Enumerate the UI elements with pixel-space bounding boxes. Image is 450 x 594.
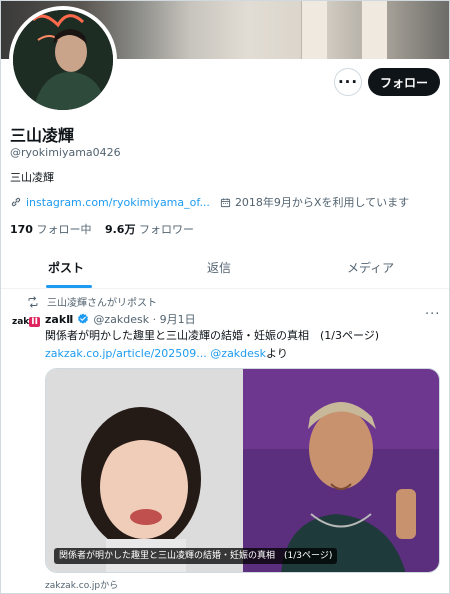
more-options-button[interactable]: ··· (334, 68, 362, 96)
profile-meta: instagram.com/ryokimiyama_of... 2018年9月か… (10, 194, 409, 210)
banner-tile (361, 1, 387, 59)
card-source[interactable]: zakzak.co.jpから (45, 578, 118, 591)
follow-button-label: フォロー (379, 75, 428, 90)
followers-stat[interactable]: 9.6万 フォロワー (105, 223, 194, 236)
following-label: フォロー中 (36, 223, 92, 236)
repost-icon (28, 296, 38, 307)
profile-tabs: ポスト 返信 メディア (1, 249, 449, 289)
following-count: 170 (10, 223, 33, 236)
profile-bio: 三山凌輝 (10, 171, 54, 184)
post-links: zakzak.co.jp/article/202509... @zakdeskよ… (45, 345, 288, 362)
tweet-header: zakⅡ @zakdesk · 9月1日 (45, 311, 196, 327)
post-more-button[interactable]: ··· (425, 307, 440, 322)
followers-label: フォロワー (138, 223, 194, 236)
link-icon (11, 197, 21, 207)
followers-count: 9.6万 (104, 223, 136, 236)
profile-handle: @ryokimiyama0426 (10, 146, 121, 159)
repost-label[interactable]: 三山凌輝さんがリポスト (47, 294, 157, 309)
author-handle[interactable]: @zakdesk (93, 313, 149, 326)
following-stat[interactable]: 170 フォロー中 (10, 223, 91, 236)
banner-tile (301, 1, 327, 59)
verified-badge-icon (78, 313, 89, 324)
link-card-image[interactable]: 関係者が明かした趣里と三山凌輝の結婚・妊娠の真相 (1/3ページ) (45, 368, 440, 573)
post-article-link[interactable]: zakzak.co.jp/article/202509... (45, 347, 207, 360)
post-date[interactable]: 9月1日 (160, 311, 196, 327)
tab-media[interactable]: メディア (347, 249, 394, 289)
profile-website-link[interactable]: instagram.com/ryokimiyama_of... (26, 196, 210, 209)
profile-stats: 170 フォロー中 9.6万 フォロワー (10, 221, 194, 237)
post-mention[interactable]: @zakdesk (210, 347, 266, 360)
avatar[interactable] (9, 6, 117, 114)
card-caption: 関係者が明かした趣里と三山凌輝の結婚・妊娠の真相 (1/3ページ) (54, 548, 338, 564)
post-text: 関係者が明かした趣里と三山凌輝の結婚・妊娠の真相 (1/3ページ) (45, 329, 380, 342)
active-tab-indicator (46, 285, 92, 288)
avatar-photo (13, 10, 113, 110)
card-photo (46, 369, 439, 572)
tab-replies[interactable]: 返信 (207, 249, 231, 289)
repost-context: 三山凌輝さんがリポスト (27, 294, 157, 309)
profile-page: ··· フォロー 三山凌輝 @ryokimiyama0426 三山凌輝 inst… (0, 0, 450, 594)
profile-name: 三山凌輝 (10, 126, 75, 145)
author-logo-badge: II (29, 317, 40, 327)
post-link-suffix: より (266, 347, 288, 360)
tab-posts[interactable]: ポスト (48, 249, 84, 289)
author-logo-text: zak (12, 317, 30, 327)
author-name[interactable]: zakⅡ (45, 313, 73, 326)
profile-joined-date: 2018年9月からXを利用しています (234, 196, 410, 209)
calendar-icon (220, 197, 231, 207)
follow-button[interactable]: フォロー (368, 68, 440, 96)
more-icon: ··· (337, 73, 359, 91)
author-avatar[interactable]: zak II (12, 317, 40, 333)
